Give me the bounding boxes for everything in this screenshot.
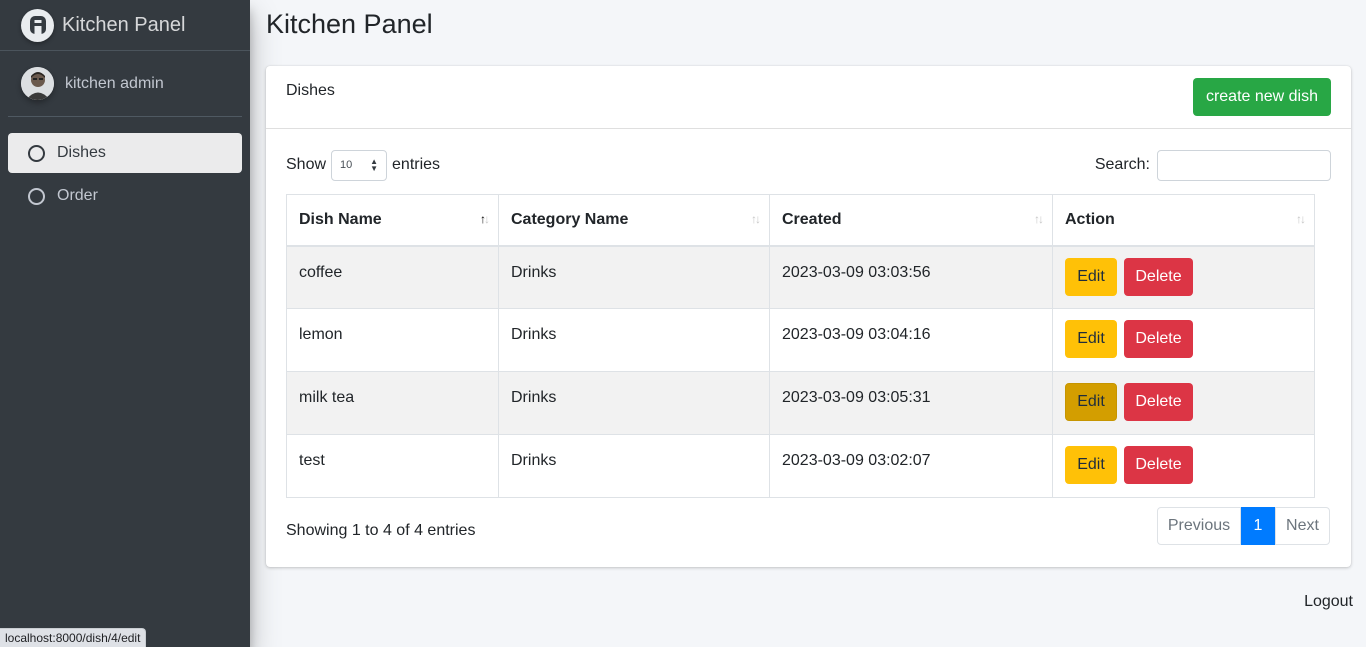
dishes-table: Dish Name ↑↓ Category Name ↑↓ Created ↑↓… — [286, 194, 1315, 498]
header-label: Created — [782, 210, 842, 228]
entries-length: Show 10 ▲ ▼ entries — [286, 149, 440, 181]
category-cell: Drinks — [498, 308, 770, 372]
dishes-card: Dishes create new dish Show 10 ▲ ▼ entrie… — [266, 66, 1351, 567]
action-cell: Edit Delete — [1052, 371, 1315, 435]
entries-select[interactable]: 10 ▲ ▼ — [331, 149, 388, 181]
delete-button[interactable]: Delete — [1124, 446, 1193, 484]
delete-button[interactable]: Delete — [1124, 320, 1193, 358]
dish-name-cell: test — [286, 434, 499, 498]
create-dish-button[interactable]: create new dish — [1192, 78, 1331, 116]
search-input[interactable] — [1157, 149, 1331, 181]
column-header-category-name[interactable]: Category Name ↑↓ — [498, 194, 770, 247]
user-panel: kitchen admin — [8, 67, 242, 117]
created-cell: 2023-03-09 03:02:07 — [769, 434, 1053, 498]
user-name[interactable]: kitchen admin — [65, 75, 164, 93]
sidebar: Kitchen Panel kitchen admin Dishes Order… — [0, 0, 250, 647]
card-title: Dishes — [286, 82, 335, 99]
sidebar-item-label: Dishes — [57, 144, 106, 161]
column-header-created[interactable]: Created ↑↓ — [769, 194, 1053, 247]
logout-link[interactable]: Logout — [1304, 593, 1353, 611]
header-label: Category Name — [511, 210, 629, 228]
column-header-dish-name[interactable]: Dish Name ↑↓ — [286, 194, 499, 247]
edit-button[interactable]: Edit — [1065, 320, 1117, 358]
table-row: lemon Drinks 2023-03-09 03:04:16 Edit Del… — [286, 308, 1315, 372]
pagination: Previous 1 Next — [1157, 507, 1330, 545]
action-cell: Edit Delete — [1052, 245, 1315, 309]
created-cell: 2023-03-09 03:04:16 — [769, 308, 1053, 372]
category-cell: Drinks — [498, 371, 770, 435]
select-arrows-icon: ▲ ▼ — [370, 156, 379, 173]
table-row: milk tea Drinks 2023-03-09 03:05:31 Edit… — [286, 371, 1315, 435]
circle-icon — [28, 144, 45, 162]
table-header-row: Dish Name ↑↓ Category Name ↑↓ Created ↑↓… — [286, 194, 1315, 247]
edit-button[interactable]: Edit — [1065, 257, 1117, 296]
action-cell: Edit Delete — [1052, 434, 1315, 498]
app-logo-icon — [21, 8, 54, 42]
sort-icon: ↑↓ — [751, 212, 761, 226]
next-page-button[interactable]: Next — [1275, 507, 1330, 545]
sort-icon: ↑↓ — [1034, 212, 1044, 226]
sidebar-item-label: Order — [57, 187, 98, 204]
created-cell: 2023-03-09 03:05:31 — [769, 371, 1053, 435]
dish-name-cell: coffee — [286, 245, 499, 309]
dish-name-cell: lemon — [286, 308, 499, 372]
table-row: coffee Drinks 2023-03-09 03:03:56 Edit De… — [286, 245, 1315, 309]
table-info: Showing 1 to 4 of 4 entries — [286, 522, 476, 539]
category-cell: Drinks — [498, 434, 770, 498]
edit-button[interactable]: Edit — [1065, 446, 1117, 484]
delete-button[interactable]: Delete — [1124, 257, 1193, 296]
edit-button[interactable]: Edit — [1065, 383, 1117, 421]
search-label: Search: — [1094, 156, 1150, 173]
status-bar-url: localhost:8000/dish/4/edit — [0, 628, 147, 647]
previous-page-button[interactable]: Previous — [1157, 507, 1241, 545]
sidebar-nav: Dishes Order — [8, 133, 242, 216]
page-1-button[interactable]: 1 — [1241, 507, 1275, 545]
avatar[interactable] — [21, 67, 54, 100]
show-label: Show — [286, 156, 327, 173]
sidebar-item-order[interactable]: Order — [8, 176, 242, 216]
header-label: Dish Name — [299, 210, 382, 228]
category-cell: Drinks — [498, 245, 770, 309]
delete-button[interactable]: Delete — [1124, 383, 1193, 421]
circle-icon — [28, 187, 45, 205]
sidebar-item-dishes[interactable]: Dishes — [8, 133, 242, 173]
brand-title: Kitchen Panel — [62, 13, 186, 36]
main-content: Kitchen Panel Dishes create new dish Sho… — [250, 0, 1366, 647]
page-title: Kitchen Panel — [266, 9, 433, 39]
sort-icon: ↑↓ — [1296, 212, 1306, 226]
table-controls: Show 10 ▲ ▼ entries Search: — [286, 149, 1331, 181]
dish-name-cell: milk tea — [286, 371, 499, 435]
created-cell: 2023-03-09 03:03:56 — [769, 245, 1053, 309]
entries-label: entries — [392, 156, 441, 173]
brand-link[interactable]: Kitchen Panel — [0, 0, 250, 51]
table-row: test Drinks 2023-03-09 03:02:07 Edit Dele… — [286, 434, 1315, 498]
sort-ascending-icon: ↑↓ — [480, 212, 490, 226]
card-header: Dishes create new dish — [266, 66, 1351, 129]
search-filter: Search: — [1095, 149, 1331, 181]
header-label: Action — [1065, 210, 1115, 228]
entries-select-value: 10 — [340, 159, 353, 171]
action-cell: Edit Delete — [1052, 308, 1315, 372]
column-header-action[interactable]: Action ↑↓ — [1052, 194, 1315, 247]
